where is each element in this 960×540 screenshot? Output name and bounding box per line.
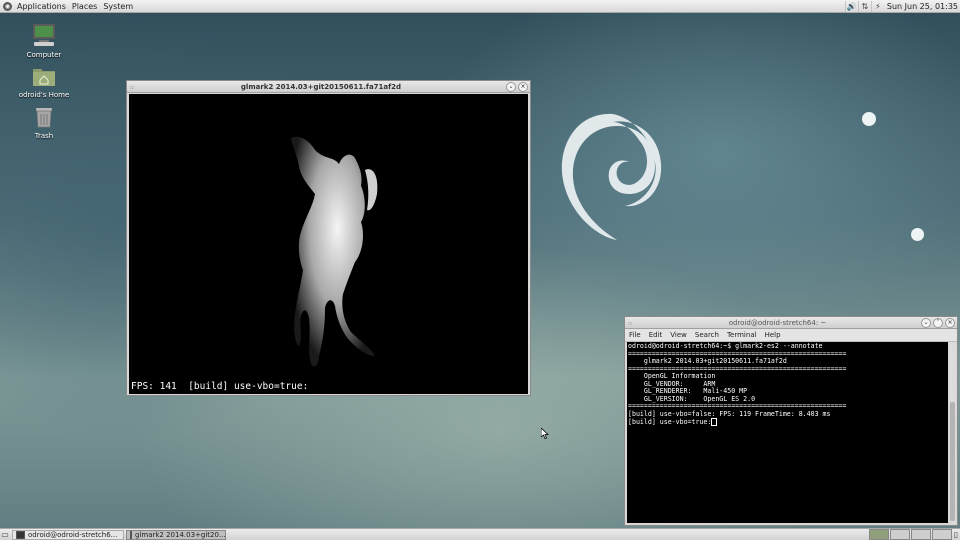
scrollbar-thumb[interactable]	[950, 402, 955, 521]
minimize-icon[interactable]: ⌄	[921, 317, 931, 328]
maximize-icon[interactable]: ˄	[933, 317, 943, 328]
menu-edit[interactable]: Edit	[645, 331, 667, 339]
desktop-icon-computer[interactable]: Computer	[14, 23, 74, 59]
desktop-icon-home[interactable]: odroid's Home	[14, 65, 74, 99]
workspace-4[interactable]	[932, 529, 952, 540]
mouse-pointer-icon	[540, 427, 550, 441]
taskbar-item-terminal[interactable]: odroid@odroid-stretch6...	[12, 529, 124, 540]
rendered-horse-model	[291, 136, 378, 367]
window-title: glmark2 2014.03+git20150611.fa71af2d	[240, 82, 402, 91]
window-icon	[130, 530, 132, 539]
desktop-icon-label: odroid's Home	[18, 91, 70, 99]
desktop-icon-trash[interactable]: Trash	[14, 106, 74, 140]
system-menu[interactable]: System	[100, 2, 136, 11]
debian-logo-icon[interactable]: ◉	[3, 1, 12, 11]
taskbar-label: glmark2 2014.03+git20...	[135, 530, 226, 539]
glmark-titlebar[interactable]: ▫ glmark2 2014.03+git20150611.fa71af2d ⌄…	[127, 81, 530, 93]
top-panel: ◉ Applications Places System 🔊 ⇅ ⚡ Sun J…	[0, 0, 960, 13]
terminal-window[interactable]: ▫ odroid@odroid-stretch64: ~ ⌄ ˄ × File …	[624, 316, 958, 526]
speaker-icon[interactable]: 🔊	[844, 0, 858, 12]
workspace-2[interactable]	[890, 529, 910, 540]
close-icon[interactable]: ×	[945, 317, 955, 328]
applications-menu[interactable]: Applications	[14, 2, 69, 11]
menu-terminal[interactable]: Terminal	[723, 331, 761, 339]
terminal-icon	[16, 530, 25, 539]
places-menu[interactable]: Places	[69, 2, 100, 11]
debian-swirl-logo	[555, 108, 665, 245]
minimize-icon[interactable]: ⌄	[506, 81, 516, 92]
decorative-dot	[911, 228, 924, 241]
decorative-dot	[862, 112, 876, 126]
computer-icon	[14, 23, 74, 49]
show-desktop-icon[interactable]: ▭	[0, 529, 10, 540]
terminal-titlebar[interactable]: ▫ odroid@odroid-stretch64: ~ ⌄ ˄ ×	[625, 317, 957, 329]
workspace-3[interactable]	[911, 529, 931, 540]
terminal-scrollbar[interactable]	[949, 342, 956, 523]
home-folder-icon	[14, 65, 74, 89]
close-icon[interactable]: ×	[518, 81, 528, 92]
power-icon[interactable]: ⚡	[870, 0, 884, 12]
text-cursor	[711, 418, 718, 426]
taskbar-item-glmark[interactable]: glmark2 2014.03+git20...	[126, 529, 226, 540]
taskbar-label: odroid@odroid-stretch6...	[28, 530, 118, 539]
glmark-render-canvas[interactable]: FPS: 141 [build] use-vbo=true:	[129, 94, 528, 394]
terminal-line: [build] use-vbo=true:	[628, 418, 712, 426]
menu-file[interactable]: File	[625, 331, 645, 339]
terminal-line: [build] use-vbo=false: FPS: 119 FrameTim…	[628, 409, 831, 418]
fps-status-line: FPS: 141 [build] use-vbo=true:	[131, 381, 309, 392]
workspace-1[interactable]	[869, 529, 889, 540]
desktop-icon-label: Computer	[26, 51, 62, 59]
trash-icon	[14, 106, 74, 130]
bottom-panel: ▭ odroid@odroid-stretch6... glmark2 2014…	[0, 528, 960, 540]
trash-applet-icon[interactable]: ▯	[952, 529, 960, 540]
desktop-icon-label: Trash	[34, 132, 54, 140]
menu-help[interactable]: Help	[761, 331, 785, 339]
terminal-menubar: File Edit View Search Terminal Help	[625, 329, 957, 342]
menu-search[interactable]: Search	[691, 331, 723, 339]
network-icon[interactable]: ⇅	[857, 0, 871, 12]
window-title: odroid@odroid-stretch64: ~	[728, 318, 827, 327]
menu-view[interactable]: View	[666, 331, 691, 339]
clock[interactable]: Sun Jun 25, 01:35	[884, 2, 960, 11]
terminal-prompt-line: [build] use-vbo=true:	[628, 418, 947, 426]
glmark-window[interactable]: ▫ glmark2 2014.03+git20150611.fa71af2d ⌄…	[126, 80, 531, 396]
terminal-output[interactable]: odroid@odroid-stretch64:~$ glmark2-es2 -…	[627, 342, 948, 523]
